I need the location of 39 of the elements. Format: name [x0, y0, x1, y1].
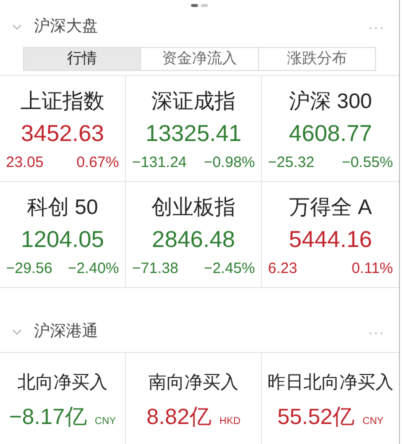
card-title: 科创 50 [26, 195, 98, 221]
change-percent: 0.67% [76, 152, 119, 172]
change-percent: 0.11% [352, 258, 393, 278]
change-value: −25.32 [268, 152, 314, 172]
chevron-icon[interactable] [12, 24, 22, 30]
section-title: 沪深大盘 [34, 16, 98, 37]
index-value: 5444.16 [288, 224, 372, 254]
change-percent: −0.55% [342, 152, 393, 172]
card-title: 万得全 A [289, 195, 372, 221]
index-value: 1204.05 [20, 224, 104, 254]
page-indicator[interactable] [191, 4, 198, 7]
change-value: 6.23 [268, 258, 298, 278]
card-title: 沪深 300 [289, 89, 372, 115]
chevron-icon[interactable] [12, 329, 22, 335]
flow-value: 55.52亿 [277, 403, 354, 431]
card-title: 南向净买入 [148, 371, 238, 394]
change-percent: −2.45% [204, 258, 255, 278]
currency-label: CNY [94, 415, 116, 429]
change-value: −131.24 [132, 152, 187, 172]
currency-label: HKD [219, 415, 240, 429]
card-title: 深证成指 [152, 89, 236, 115]
card-title: 创业板指 [152, 195, 236, 221]
change-value: −71.38 [132, 258, 178, 278]
flow-value: 8.82亿 [146, 403, 212, 431]
change-percent: −2.40% [68, 258, 119, 278]
currency-label: CNY [362, 415, 384, 429]
index-value: 3452.63 [20, 118, 104, 148]
card-title: 北向净买入 [18, 371, 108, 394]
section-title: 沪深港通 [34, 322, 98, 342]
change-percent: −0.98% [204, 152, 255, 172]
index-value: 4608.77 [288, 118, 372, 148]
card-title: 昨日北向净买入 [268, 371, 394, 394]
flow-value: −8.17亿 [9, 403, 87, 431]
change-value: −29.56 [6, 258, 52, 278]
card-title: 上证指数 [20, 89, 104, 115]
change-value: 23.05 [6, 152, 44, 172]
index-value: 13325.41 [146, 118, 242, 148]
segment-tab[interactable]: 行情 [24, 48, 140, 70]
index-value: 2846.48 [152, 224, 236, 254]
